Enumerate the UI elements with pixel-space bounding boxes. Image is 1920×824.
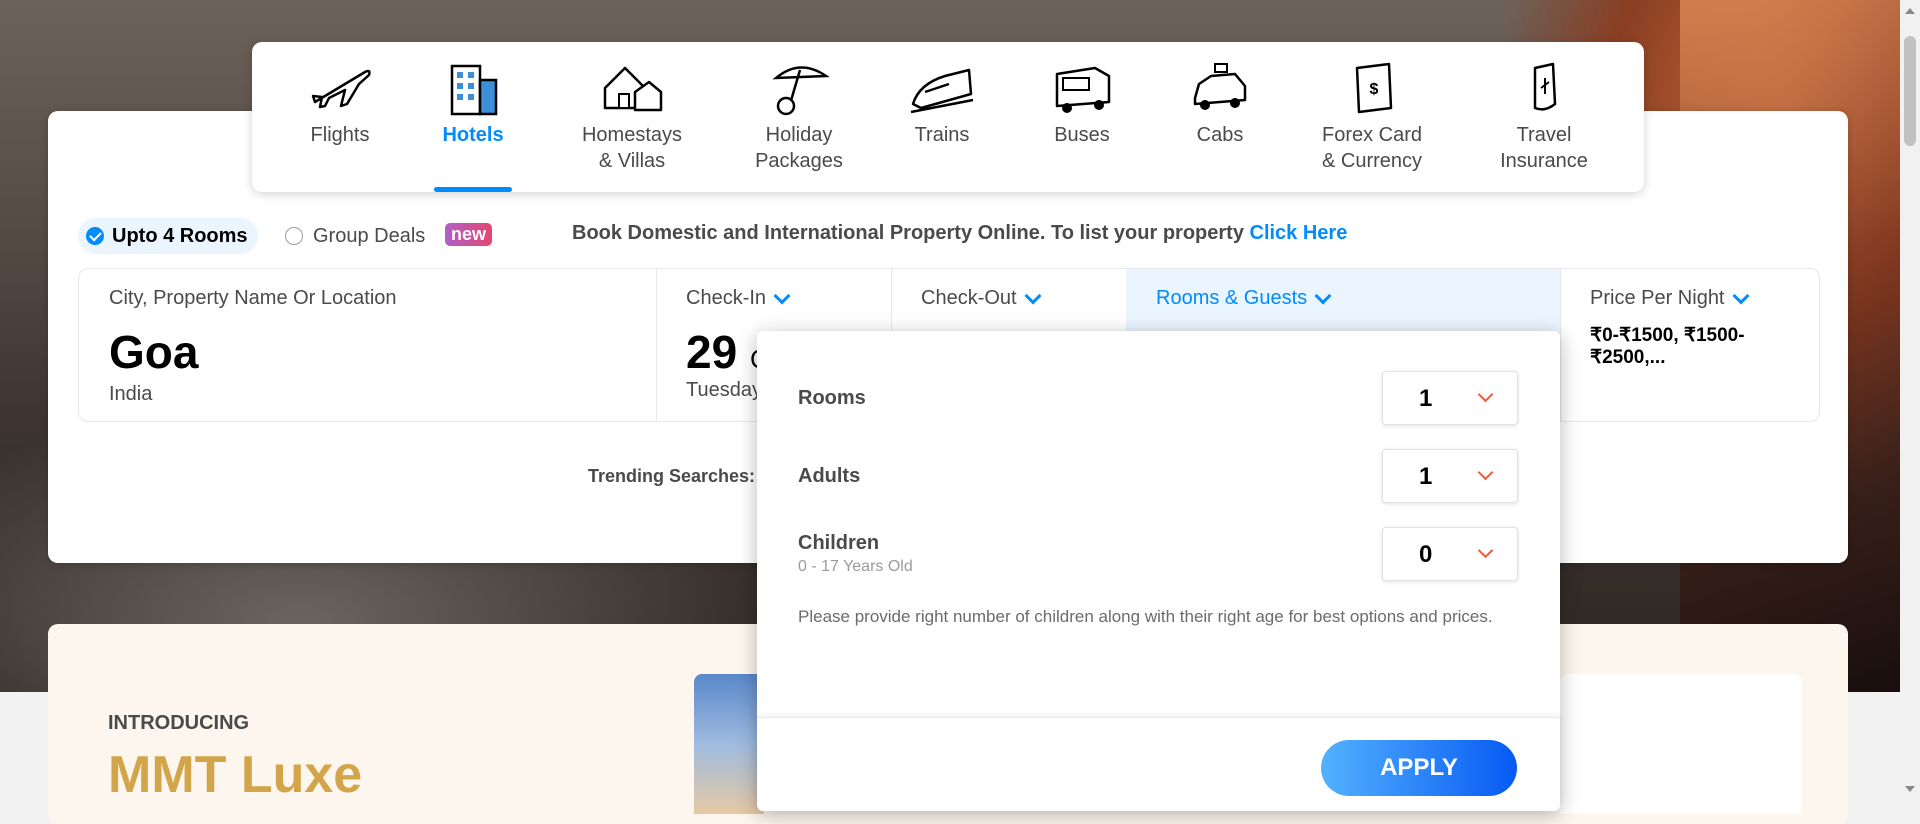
children-select[interactable]: 0 — [1382, 527, 1518, 581]
forex-card-icon: $ — [1355, 62, 1393, 114]
rooms-value: 1 — [1419, 385, 1433, 412]
nav-label: Buses — [1054, 124, 1110, 146]
nav-label: Travel Insurance — [1500, 124, 1588, 172]
children-age-note: Please provide right number of children … — [798, 607, 1493, 626]
nav-item-buses[interactable]: Buses — [1032, 42, 1132, 192]
nav-label: Cabs — [1196, 124, 1244, 146]
scroll-down-arrow-icon[interactable] — [1905, 786, 1915, 792]
house-icon — [603, 66, 663, 112]
scrollbar-thumb[interactable] — [1904, 36, 1916, 146]
luxe-promo-panel — [1560, 674, 1802, 814]
nav-item-travel-insurance[interactable]: Travel Insurance — [1484, 42, 1604, 192]
svg-text:$: $ — [1370, 81, 1379, 98]
adults-select[interactable]: 1 — [1382, 449, 1518, 503]
nav-item-cabs[interactable]: Cabs — [1170, 42, 1270, 192]
city-value: Goa — [109, 326, 199, 378]
rooms-guests-label: Rooms & Guests — [1156, 287, 1308, 309]
checkin-label-wrap: Check-In — [686, 287, 791, 310]
chevron-down-icon — [1477, 542, 1494, 559]
upto-4-rooms-option[interactable]: Upto 4 Rooms — [78, 218, 258, 254]
rooms-guests-label-wrap: Rooms & Guests — [1156, 287, 1332, 310]
chevron-down-icon — [1732, 287, 1749, 304]
new-badge: new — [445, 223, 493, 246]
upto-4-rooms-label: Upto 4 Rooms — [112, 224, 248, 247]
city-field[interactable]: City, Property Name Or Location Goa Indi… — [79, 269, 657, 421]
luxe-title: MMT Luxe — [108, 746, 363, 804]
nav-item-flights[interactable]: Flights — [280, 42, 400, 192]
rooms-select[interactable]: 1 — [1382, 371, 1518, 425]
train-icon — [910, 68, 974, 114]
rooms-label: Rooms — [798, 387, 866, 409]
checkin-weekday: Tuesday — [686, 379, 762, 401]
chevron-down-icon — [1024, 287, 1042, 304]
chevron-down-icon — [1477, 386, 1494, 403]
nav-label: Holiday Packages — [755, 124, 843, 172]
active-tab-indicator — [434, 187, 512, 192]
radio-icon — [285, 227, 303, 245]
click-here-link[interactable]: Click Here — [1250, 222, 1348, 244]
chevron-down-icon — [1477, 464, 1494, 481]
checkout-label: Check-Out — [921, 287, 1017, 309]
hotel-building-icon — [450, 64, 498, 116]
nav-label: Homestays & Villas — [581, 124, 683, 172]
nav-item-homestays[interactable]: Homestays & Villas — [557, 42, 707, 192]
nav-label: Hotels — [442, 124, 504, 146]
group-deals-option[interactable]: Group Deals — [285, 218, 425, 254]
nav-label: Flights — [310, 124, 370, 146]
cab-icon — [1193, 63, 1247, 110]
umbrella-icon — [772, 66, 830, 116]
children-value: 0 — [1419, 541, 1433, 568]
dropdown-footer: APPLY — [757, 717, 1560, 812]
luxe-promo-image[interactable] — [694, 674, 764, 814]
children-label: Children — [798, 532, 880, 554]
price-field[interactable]: Price Per Night ₹0-₹1500, ₹1500-₹2500,..… — [1560, 269, 1819, 421]
adults-label: Adults — [798, 465, 861, 487]
list-property-promo: Book Domestic and International Property… — [572, 222, 1347, 245]
promo-text: Book Domestic and International Property… — [572, 222, 1250, 244]
chevron-down-icon — [1314, 287, 1332, 304]
rooms-guests-dropdown: Rooms 1 Adults 1 Children 0 - 17 Years O… — [757, 331, 1560, 811]
checkout-label-wrap: Check-Out — [921, 287, 1042, 310]
checkin-day: 29 — [686, 326, 738, 378]
price-value: ₹0-₹1500, ₹1500-₹2500,... — [1590, 325, 1745, 368]
checked-radio-icon — [86, 227, 104, 245]
scroll-up-arrow-icon[interactable] — [1905, 8, 1915, 14]
nav-label: Trains — [914, 124, 970, 146]
group-deals-label: Group Deals — [313, 224, 426, 247]
chevron-down-icon — [773, 287, 791, 304]
adults-value: 1 — [1419, 463, 1433, 490]
airplane-icon — [311, 69, 371, 109]
nav-item-hotels[interactable]: Hotels — [434, 42, 512, 192]
apply-button[interactable]: APPLY — [1321, 740, 1517, 796]
product-nav: Flights Hotels Homestays & Villas Holida… — [252, 42, 1644, 192]
nav-item-trains[interactable]: Trains — [892, 42, 992, 192]
nav-item-forex[interactable]: $ Forex Card & Currency — [1312, 42, 1432, 192]
insurance-shield-icon — [1533, 62, 1557, 111]
trending-searches-label: Trending Searches: — [588, 466, 756, 486]
nav-item-holiday-packages[interactable]: Holiday Packages — [724, 42, 874, 192]
city-country: India — [109, 383, 153, 405]
price-label-wrap: Price Per Night — [1590, 287, 1749, 310]
city-field-label: City, Property Name Or Location — [109, 287, 397, 309]
nav-label: Forex Card & Currency — [1321, 124, 1423, 172]
page-scrollbar[interactable] — [1900, 0, 1920, 800]
luxe-intro: INTRODUCING — [108, 712, 250, 734]
children-age-range: 0 - 17 Years Old — [798, 558, 913, 575]
bus-icon — [1055, 66, 1111, 113]
checkin-label: Check-In — [686, 287, 767, 309]
price-label: Price Per Night — [1590, 287, 1725, 309]
